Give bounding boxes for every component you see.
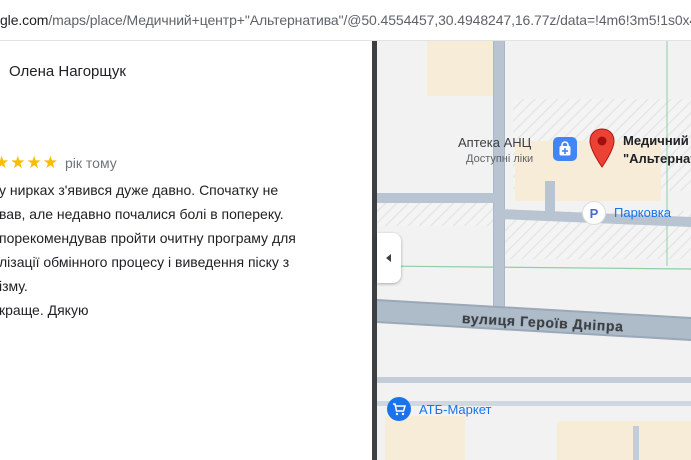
review-line: ізму.: [0, 278, 28, 294]
review-line: краще. Дякую: [0, 302, 89, 318]
reviewer-name[interactable]: Олена Нагорщук: [9, 63, 126, 80]
star-icon: ★: [42, 153, 58, 172]
medical-center-label-line2: "Альтернат: [623, 151, 691, 166]
star-icon: ★: [0, 153, 10, 172]
medical-center-label[interactable]: Медичний "Альтернат: [623, 132, 691, 168]
road: [377, 193, 501, 203]
review-line: порекомендував пройти очитну програму дл…: [0, 230, 296, 246]
map-canvas[interactable]: [377, 41, 691, 460]
road: [545, 181, 555, 221]
parking-symbol: P: [589, 205, 599, 221]
building: [427, 41, 499, 96]
map-graphics: [377, 41, 691, 460]
pharmacy-label[interactable]: Аптека АНЦ: [458, 135, 531, 150]
review-panel: Олена Нагорщук ★★★★ рік тому у нирках з'я…: [0, 41, 372, 460]
shopping-cart-icon[interactable]: [387, 397, 411, 421]
address-bar[interactable]: gle.com/maps/place/Медичний+центр+"Альте…: [0, 0, 691, 41]
collapse-panel-button[interactable]: [377, 233, 401, 283]
place-marker-icon[interactable]: [589, 128, 615, 168]
building: [385, 416, 465, 460]
medical-center-label-line1: Медичний: [623, 133, 689, 148]
store-label[interactable]: АТБ-Маркет: [419, 402, 491, 417]
review-rating-row: ★★★★ рік тому: [0, 153, 117, 173]
review-line: вав, але недавно почалися болі в поперек…: [0, 206, 284, 222]
chevron-left-icon: [386, 254, 391, 262]
review-line: лізації обмінного процесу і виведення пі…: [0, 254, 290, 270]
pharmacy-subtitle: Доступні ліки: [466, 153, 534, 165]
review-date: рік тому: [65, 155, 117, 171]
review-line: у нирках з'явився дуже давно. Спочатку н…: [0, 182, 279, 198]
url-host: gle.com: [0, 12, 49, 28]
road: [377, 377, 691, 383]
road: [633, 426, 639, 460]
road: [494, 41, 504, 321]
boundary-line: [377, 265, 691, 270]
url-text[interactable]: gle.com/maps/place/Медичний+центр+"Альте…: [0, 12, 691, 28]
bag-icon: [559, 141, 571, 156]
review-text: у нирках з'явився дуже давно. Спочатку н…: [0, 178, 371, 322]
parking-label[interactable]: Парковка: [614, 205, 671, 220]
building: [557, 421, 691, 460]
parking-icon[interactable]: P: [582, 201, 606, 225]
pharmacy-icon[interactable]: [553, 137, 577, 161]
star-icon: ★: [26, 153, 42, 172]
url-path: /maps/place/Медичний+центр+"Альтернатива…: [48, 12, 691, 28]
star-icon: ★: [10, 153, 26, 172]
